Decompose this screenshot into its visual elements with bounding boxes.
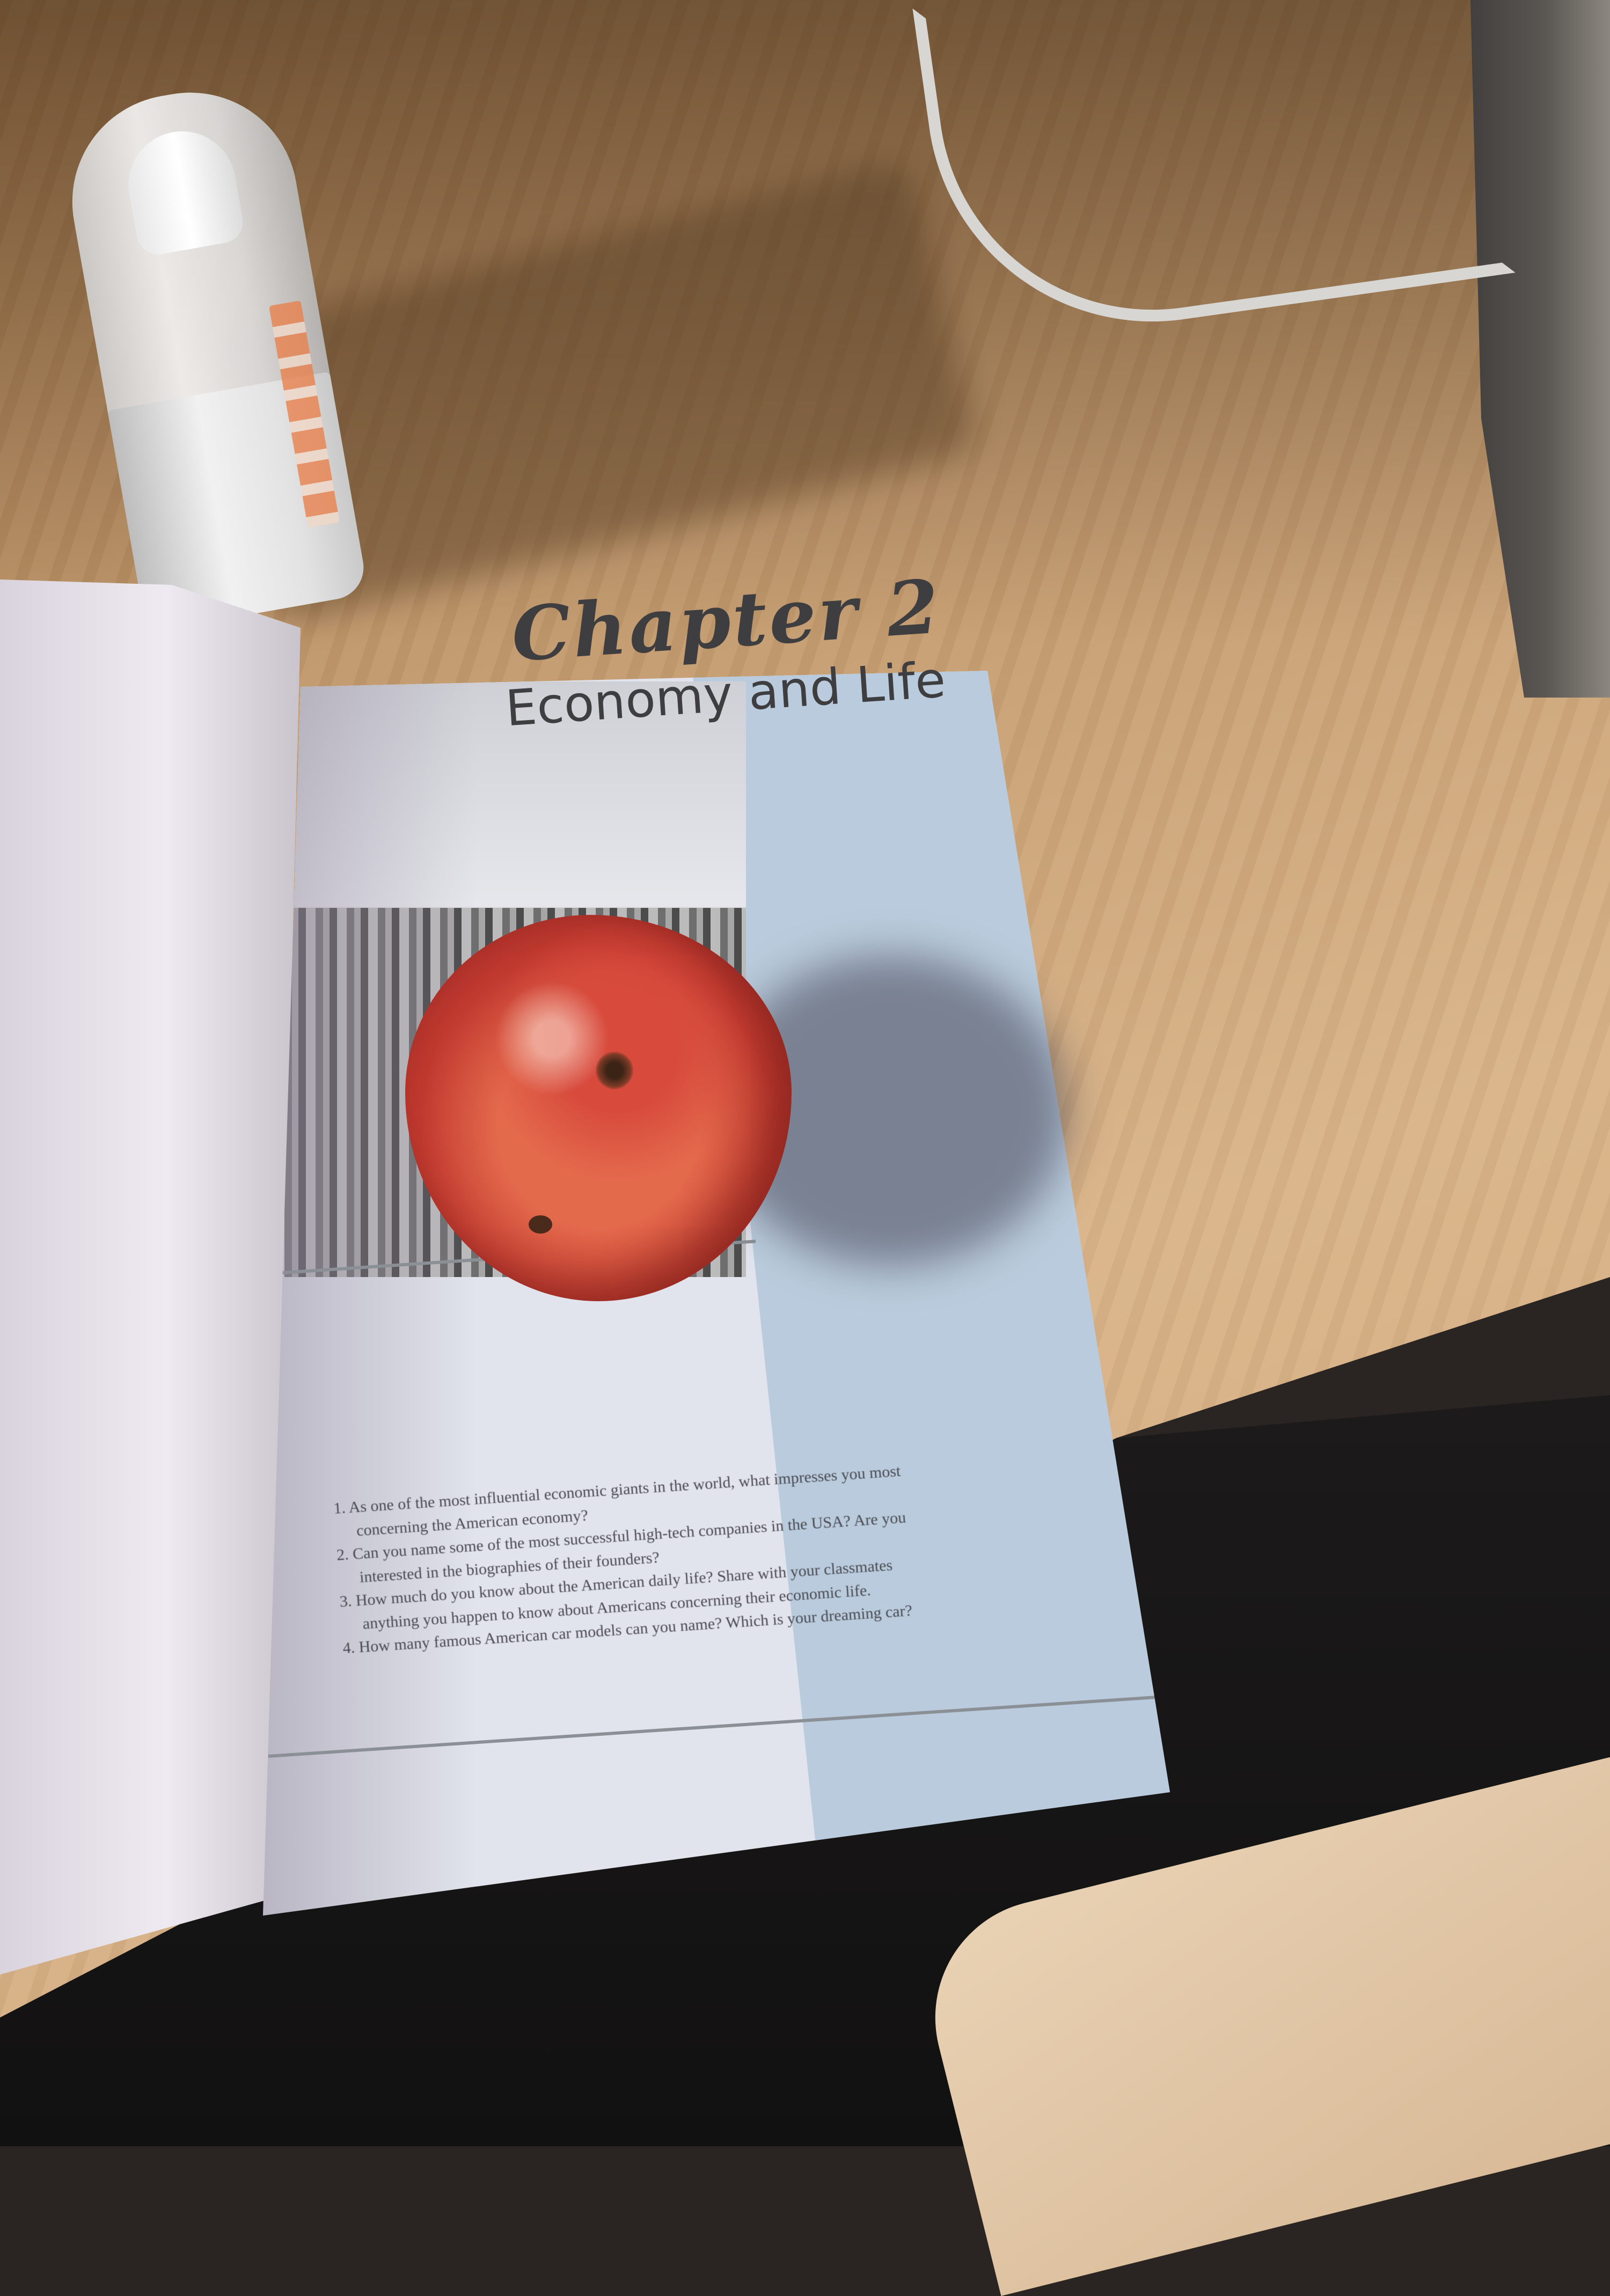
apple-blemish (529, 1215, 552, 1234)
apple-stem (596, 1052, 633, 1089)
book-left-page (0, 579, 301, 1975)
photo-scene: Chapter 2 Economy and Life 1. As one of … (0, 0, 1610, 2296)
